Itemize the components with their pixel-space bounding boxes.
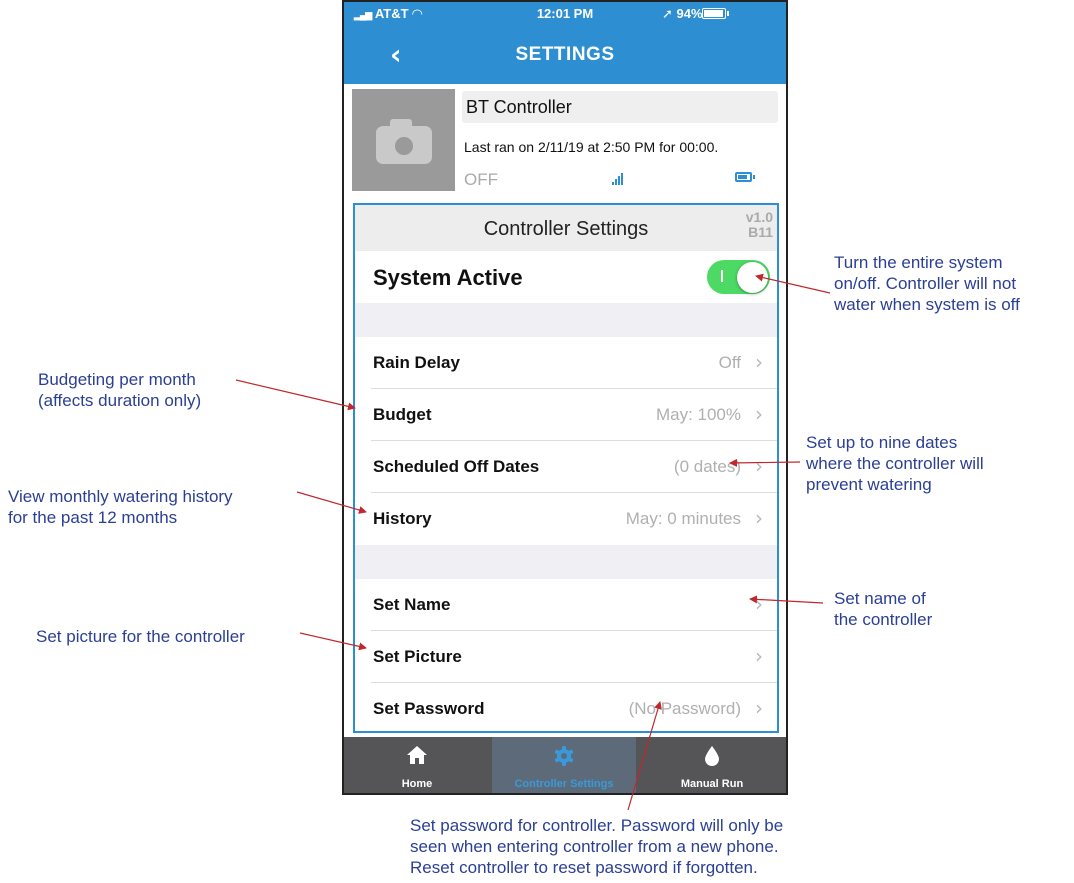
history-row[interactable]: History May: 0 minutes › xyxy=(355,493,777,545)
system-active-row: System Active xyxy=(355,251,777,303)
controller-name: BT Controller xyxy=(466,97,572,117)
annotation-budget: Budgeting per month (affects duration on… xyxy=(38,370,202,410)
set-picture-row[interactable]: Set Picture › xyxy=(355,631,777,683)
version-label: v1.0 B11 xyxy=(745,209,773,240)
controller-status: OFF xyxy=(464,170,498,189)
tab-home[interactable]: Home xyxy=(344,737,490,793)
controller-settings-panel: Controller Settings v1.0 B11 System Acti… xyxy=(353,203,779,733)
settings-header: Controller Settings v1.0 B11 xyxy=(355,205,777,251)
tab-manual-run[interactable]: Manual Run xyxy=(638,737,786,793)
set-name-row[interactable]: Set Name › xyxy=(355,579,777,631)
phone-screen: ▂▄▆ AT&T ◠ 12:01 PM ➚ 94% ‹ SETTINGS BT … xyxy=(342,0,788,795)
battery-icon xyxy=(702,8,726,19)
water-drop-icon xyxy=(705,746,719,766)
budget-arrow xyxy=(235,379,356,411)
tab-bar: Home Controller Settings Manual Run xyxy=(344,737,786,793)
chevron-right-icon: › xyxy=(755,402,763,426)
system-active-toggle[interactable] xyxy=(707,260,770,294)
controller-photo[interactable] xyxy=(352,89,455,191)
annotation-history: View monthly watering history for the pa… xyxy=(8,487,233,527)
home-icon xyxy=(407,746,427,764)
chevron-right-icon: › xyxy=(755,454,763,478)
gear-icon xyxy=(554,746,574,766)
section-gap xyxy=(355,303,777,337)
annotation-scheduled-off-dates: Set up to nine dates where the controlle… xyxy=(806,433,984,494)
page-title: SETTINGS xyxy=(515,44,615,65)
tab-controller-settings[interactable]: Controller Settings xyxy=(492,737,636,793)
annotation-set-password: Set password for controller. Password wi… xyxy=(410,816,784,877)
budget-row[interactable]: Budget May: 100% › xyxy=(355,389,777,441)
nav-bar: ‹ SETTINGS xyxy=(344,24,786,84)
annotation-set-name: Set name of the controller xyxy=(834,589,933,629)
chevron-right-icon: › xyxy=(755,592,763,616)
signal-strength-icon xyxy=(612,172,626,185)
status-bar: ▂▄▆ AT&T ◠ 12:01 PM ➚ 94% xyxy=(344,2,786,24)
controller-battery-icon xyxy=(735,172,752,182)
chevron-right-icon: › xyxy=(755,696,763,720)
annotation-set-picture: Set picture for the controller xyxy=(36,627,245,646)
section-gap xyxy=(355,545,777,579)
settings-title: Controller Settings xyxy=(483,218,649,240)
chevron-right-icon: › xyxy=(755,644,763,668)
chevron-right-icon: › xyxy=(755,506,763,530)
toggle-knob xyxy=(737,262,768,293)
annotation-system-active: Turn the entire system on/off. Controlle… xyxy=(834,253,1020,314)
scheduled-off-dates-row[interactable]: Scheduled Off Dates (0 dates) › xyxy=(355,441,777,493)
chevron-right-icon: › xyxy=(755,350,763,374)
battery-percent: ➚ 94% xyxy=(662,6,703,22)
system-active-label: System Active xyxy=(373,265,523,290)
set-password-row[interactable]: Set Password (No Password) › xyxy=(355,683,777,731)
rain-delay-row[interactable]: Rain Delay Off › xyxy=(355,337,777,389)
last-ran-text: Last ran on 2/11/19 at 2:50 PM for 00:00… xyxy=(464,139,719,155)
location-icon: ➚ xyxy=(662,7,673,22)
